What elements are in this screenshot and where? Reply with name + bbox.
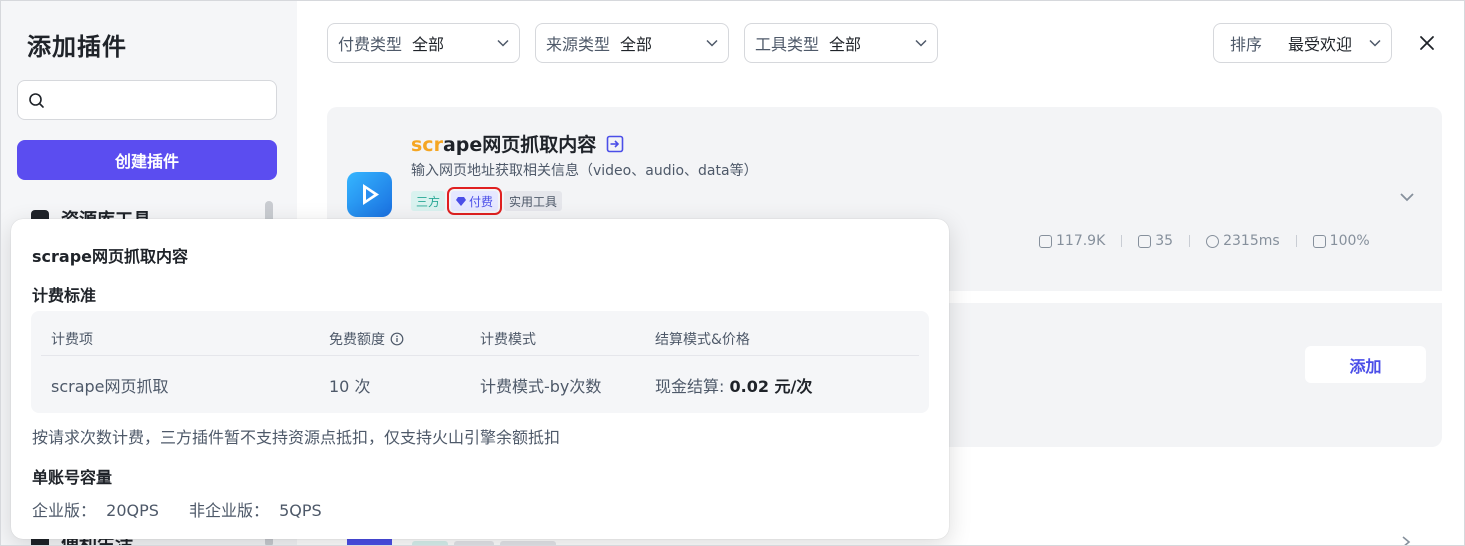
table-header: 免费额度 [329,329,404,349]
search-input[interactable] [17,80,277,120]
billing-heading: 计费标准 [32,286,97,305]
stat-runs-value: 117.9K [1056,233,1106,249]
plugin-stats: 117.9K 35 2315ms 100% [1039,233,1370,249]
stat-success: 100% [1312,233,1370,249]
settle-price: 0.02 元/次 [729,377,813,396]
open-detail-icon[interactable] [606,135,624,153]
source-type-filter[interactable]: 来源类型 全部 [535,23,729,63]
tag-category: 实用工具 [504,191,563,211]
bot-icon [1138,234,1152,248]
enterprise-qps: 企业版： 20QPS [32,501,159,520]
plugin-title[interactable]: scrape网页抓取内容 [411,130,624,157]
plugin-title-highlight: scr [411,134,443,156]
tag-paid[interactable]: 付费 [447,187,503,215]
filter-value: 全部 [412,35,445,54]
next-plugin-tag [500,541,556,545]
stat-latency: 2315ms [1206,233,1280,249]
close-icon[interactable] [1415,31,1439,55]
tag-third-party: 三方 [411,191,446,211]
non-enterprise-qps: 非企业版： 5QPS [188,501,322,520]
billing-popover: scrape网页抓取内容 计费标准 计费项 免费额度 计费模式 结算模式&价格 … [11,219,949,539]
table-divider [41,355,919,356]
stat-latency-value: 2315ms [1223,233,1280,249]
next-plugin-tag [412,541,448,545]
filter-value: 全部 [829,35,862,54]
create-plugin-button[interactable]: 创建插件 [17,140,277,180]
stat-bots: 35 [1138,233,1173,249]
filter-label: 付费类型 [338,35,403,54]
success-rate-icon [1312,234,1326,248]
chevron-down-icon [497,39,509,47]
table-header: 结算模式&价格 [655,332,750,348]
table-header: 计费模式 [480,332,536,348]
plugin-logo [347,172,392,217]
filter-label: 来源类型 [546,35,611,54]
tool-type-filter[interactable]: 工具类型 全部 [744,23,938,63]
search-icon [29,93,44,108]
plugin-title-text: ape网页抓取内容 [442,134,597,156]
chevron-down-icon[interactable] [1397,187,1417,207]
sort-label: 排序 [1230,35,1263,54]
divider [1121,235,1123,247]
next-plugin-tag [454,541,494,545]
capacity-values: 企业版： 20QPS 非企业版： 5QPS [32,497,322,521]
table-cell-item: scrape网页抓取 [51,377,169,396]
billing-table: 计费项 免费额度 计费模式 结算模式&价格 scrape网页抓取 10 次 计费… [31,311,929,413]
table-cell-free-quota: 10 次 [329,377,371,396]
add-button[interactable]: 添加 [1305,346,1426,383]
divider [1189,235,1191,247]
filter-value: 全部 [620,35,653,54]
info-icon[interactable] [390,332,404,346]
chevron-down-icon [1369,39,1381,47]
sort-select[interactable]: 排序 最受欢迎 [1213,23,1392,63]
divider [1295,235,1297,247]
plugin-tags: 三方 付费 实用工具 [411,187,563,215]
table-cell-price: 现金结算: 0.02 元/次 [655,373,812,397]
table-cell-mode: 计费模式-by次数 [480,377,602,396]
filter-label: 工具类型 [755,35,820,54]
table-header: 计费项 [51,332,93,348]
stat-success-value: 100% [1329,233,1370,249]
capacity-heading: 单账号容量 [32,468,113,487]
popover-title: scrape网页抓取内容 [32,247,189,266]
play-icon [363,184,379,205]
clock-icon [1206,234,1220,248]
page-title: 添加插件 [27,33,127,61]
add-plugin-dialog: 添加插件 创建插件 资源库工具 便利生活 付费类型 全部 来源类型 全部 工具类… [0,0,1465,546]
tag-paid-label: 付费 [469,194,494,209]
stat-bots-value: 35 [1155,233,1174,249]
chevron-right-icon[interactable] [1399,535,1413,546]
billing-note: 按请求次数计费，三方插件暂不支持资源点抵扣，仅支持火山引擎余额抵扣 [32,428,561,447]
diamond-icon [456,196,467,206]
sort-value: 最受欢迎 [1288,35,1353,54]
chevron-down-icon [706,39,718,47]
chevron-down-icon [915,39,927,47]
table-header-label: 免费额度 [329,332,385,348]
stat-runs: 117.9K [1039,233,1105,249]
runs-icon [1039,234,1052,248]
payment-type-filter[interactable]: 付费类型 全部 [327,23,520,63]
settle-label: 现金结算: [655,377,725,396]
plugin-description: 输入网页地址获取相关信息（video、audio、data等） [411,163,758,179]
